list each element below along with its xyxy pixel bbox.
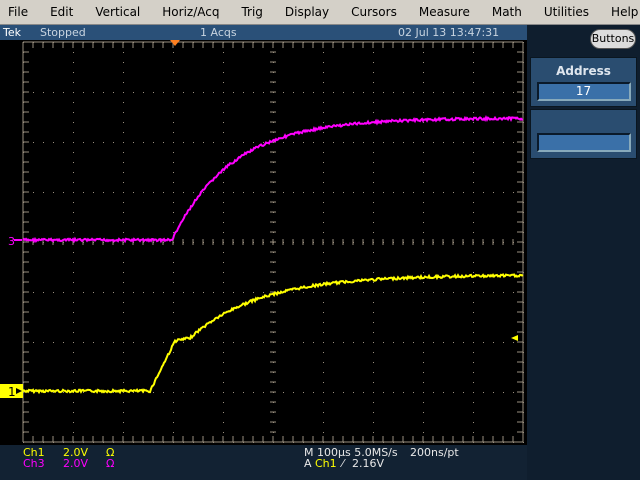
menu-utilities[interactable]: Utilities: [536, 5, 589, 19]
menu-horiz-acq[interactable]: Horiz/Acq: [154, 5, 219, 19]
ch3-label[interactable]: Ch3: [23, 457, 45, 470]
side-panel: Buttons Address 17: [527, 25, 640, 480]
menu-trig[interactable]: Trig: [233, 5, 262, 19]
readout-bar: Ch1 2.0V Ω Ch3 2.0V Ω M 100µs 5.0MS/s 20…: [0, 445, 527, 480]
empty-panel-value[interactable]: [536, 133, 631, 152]
trigger-level-marker-icon: [511, 335, 518, 341]
address-value[interactable]: 17: [536, 82, 631, 101]
record-resolution: 200ns/pt: [410, 446, 459, 459]
menu-vertical[interactable]: Vertical: [87, 5, 140, 19]
datetime: 02 Jul 13 13:47:31: [398, 26, 500, 39]
menu-edit[interactable]: Edit: [42, 5, 73, 19]
ch1-marker: 1: [8, 385, 16, 399]
trigger-level[interactable]: 2.16V: [352, 457, 384, 470]
acq-state: Stopped: [40, 26, 86, 39]
ch3-marker: 3: [8, 235, 15, 248]
trigger-prefix: A: [304, 457, 312, 470]
brand-label: Tek: [3, 26, 21, 39]
empty-panel: [530, 109, 637, 159]
ch3-coupling: Ω: [106, 457, 115, 470]
menu-cursors[interactable]: Cursors: [343, 5, 397, 19]
trigger-position-marker: [170, 40, 180, 46]
menu-math[interactable]: Math: [484, 5, 522, 19]
graticule: [22, 41, 524, 443]
menu-help[interactable]: Help: [603, 5, 638, 19]
ch3-scale[interactable]: 2.0V: [63, 457, 88, 470]
status-bar: Tek Stopped 1 Acqs 02 Jul 13 13:47:31: [0, 25, 527, 40]
menu-measure[interactable]: Measure: [411, 5, 470, 19]
trigger-source[interactable]: Ch1: [315, 457, 337, 470]
menu-bar: File Edit Vertical Horiz/Acq Trig Displa…: [0, 0, 640, 25]
menu-display[interactable]: Display: [277, 5, 329, 19]
acq-count: 1 Acqs: [200, 26, 237, 39]
buttons-button[interactable]: Buttons: [590, 29, 636, 49]
address-title: Address: [556, 64, 611, 78]
waveform-display[interactable]: 3 1: [0, 40, 527, 445]
trigger-slope-icon: ⁄: [342, 457, 344, 470]
menu-file[interactable]: File: [0, 5, 28, 19]
address-panel: Address 17: [530, 57, 637, 107]
